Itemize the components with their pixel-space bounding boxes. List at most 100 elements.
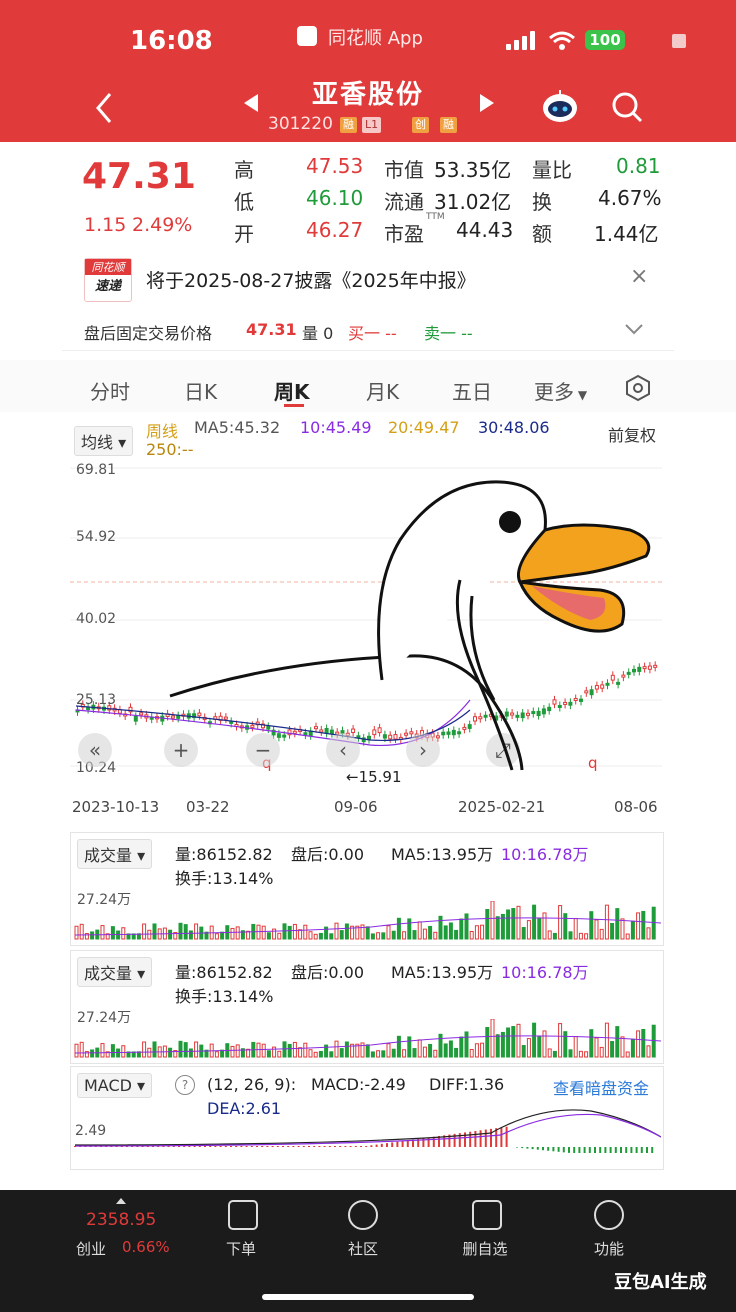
volume-bar	[490, 901, 495, 940]
volume-indicator-dropdown-1[interactable]: 成交量 ▾	[77, 839, 153, 869]
volume-bar	[521, 1045, 526, 1058]
volume-bar	[381, 1050, 386, 1058]
volume-bar	[110, 1044, 115, 1058]
duck-illustration	[169, 480, 651, 771]
nav-community[interactable]: 社区	[328, 1238, 398, 1259]
nav-functions[interactable]: 功能	[574, 1238, 644, 1259]
order-icon[interactable]	[228, 1200, 258, 1230]
x-tick-1: 03-22	[186, 798, 230, 816]
volume-bar	[604, 904, 609, 940]
macd-indicator-dropdown[interactable]: MACD ▾	[77, 1073, 153, 1098]
volume-bar	[329, 1051, 334, 1058]
volume-bar	[511, 908, 516, 940]
volume-bar	[313, 933, 318, 940]
menu-icon[interactable]	[594, 1200, 624, 1230]
express-logo-bottom: 速递	[94, 279, 121, 294]
volume-bar	[589, 1029, 594, 1058]
high-label: 高	[234, 158, 254, 182]
settings-hexagon-icon[interactable]	[624, 374, 652, 402]
volume-bar	[443, 1043, 448, 1058]
volume-chart-2	[74, 1019, 661, 1058]
volume-bar	[636, 912, 641, 940]
ma-indicator-dropdown[interactable]: 均线 ▾	[74, 426, 134, 456]
volume-bar	[615, 908, 620, 940]
volume-bar	[568, 931, 573, 940]
search-icon[interactable]	[610, 90, 644, 124]
volume-ma5-2: MA5:13.95万	[391, 963, 494, 982]
volume-panel-2[interactable]: 成交量 ▾ 量:86152.82 盘后:0.00 MA5:13.95万 10:1…	[70, 950, 664, 1064]
y-tick-3: 25.13	[76, 692, 117, 708]
tag-level1: L1	[362, 117, 382, 133]
volume-bar	[526, 920, 531, 940]
notice-text[interactable]: 将于2025-08-27披露《2025年中报》	[146, 266, 476, 293]
next-stock-icon[interactable]	[480, 94, 494, 112]
volume-bar	[344, 923, 349, 940]
volume-bar	[537, 918, 542, 940]
volume-bar	[308, 931, 313, 940]
help-icon[interactable]: ?	[175, 1075, 195, 1095]
volume-bar	[646, 1045, 651, 1058]
home-indicator	[262, 1294, 474, 1300]
open-label: 开	[234, 222, 254, 246]
volume-bar	[589, 911, 594, 940]
volume-bar	[282, 923, 287, 940]
volume-bar	[90, 931, 95, 940]
signal-icon	[506, 30, 542, 50]
community-icon[interactable]	[348, 1200, 378, 1230]
remove-watchlist-icon[interactable]	[472, 1200, 502, 1230]
macd-diff: DIFF:1.36	[429, 1075, 505, 1094]
last-price: 47.31	[82, 156, 196, 197]
volume-bar	[433, 931, 438, 940]
amount-value: 1.44亿	[594, 222, 659, 246]
tag-chinext: 创	[412, 117, 429, 133]
dark-pool-link[interactable]: 查看暗盘资金	[553, 1075, 649, 1099]
nav-order[interactable]: 下单	[206, 1238, 276, 1259]
volume-bar	[532, 904, 537, 940]
volume-bar	[532, 1022, 537, 1058]
macd-value: MACD:-2.49	[311, 1075, 406, 1094]
volume-bar	[287, 925, 292, 940]
tab-timeshare[interactable]: 分时	[90, 376, 130, 405]
volume-bar	[344, 1041, 349, 1058]
volume-bar	[469, 1048, 474, 1058]
pe-ttm-sup: TTM	[426, 212, 445, 222]
tab-daily-k[interactable]: 日K	[184, 376, 217, 405]
chevron-down-icon[interactable]	[624, 322, 644, 336]
index-name[interactable]: 创业	[76, 1238, 106, 1259]
volume-bar	[329, 933, 334, 940]
volume-bar	[376, 932, 381, 940]
volume-bar	[147, 1047, 152, 1058]
volume-ma10-1: 10:16.78万	[501, 845, 589, 864]
close-icon[interactable]: ×	[630, 264, 648, 289]
turnover-label: 换	[532, 190, 552, 214]
robot-assistant-icon[interactable]	[540, 88, 580, 124]
adjust-mode[interactable]: 前复权	[608, 422, 656, 446]
volume-bar	[303, 1042, 308, 1058]
tab-five-day[interactable]: 五日	[452, 376, 492, 405]
volume-bar	[121, 1045, 126, 1058]
volume-bar	[558, 1023, 563, 1058]
nav-remove-watchlist[interactable]: 删自选	[450, 1238, 520, 1259]
low-value: 46.10	[306, 186, 364, 210]
tab-weekly-k[interactable]: 周K	[274, 376, 310, 405]
volume-bar	[542, 912, 547, 940]
volume-bar	[495, 916, 500, 940]
tab-monthly-k[interactable]: 月K	[366, 376, 399, 405]
macd-panel[interactable]: MACD ▾ ? (12, 26, 9): MACD:-2.49 DIFF:1.…	[70, 1066, 664, 1170]
after-hours-price: 47.31	[246, 320, 297, 339]
index-value[interactable]: 2358.95	[86, 1210, 156, 1230]
tab-more[interactable]: 更多 ▼	[534, 376, 587, 405]
ma250-legend: 250:--	[146, 440, 194, 459]
volume-bar	[625, 933, 630, 940]
volume-bar	[230, 927, 235, 940]
volume-panel-1[interactable]: 成交量 ▾ 量:86152.82 盘后:0.00 MA5:13.95万 10:1…	[70, 832, 664, 946]
volume-bar	[220, 931, 225, 940]
volume-indicator-dropdown-2[interactable]: 成交量 ▾	[77, 957, 153, 987]
volume-bar	[412, 1048, 417, 1058]
volume-bar	[433, 1049, 438, 1058]
rewind-icon[interactable]: «	[78, 733, 112, 767]
volume-bar	[168, 929, 173, 940]
market-cap-value: 53.35亿	[434, 158, 512, 182]
volume-bar	[74, 1043, 79, 1058]
candle-body	[139, 712, 144, 716]
